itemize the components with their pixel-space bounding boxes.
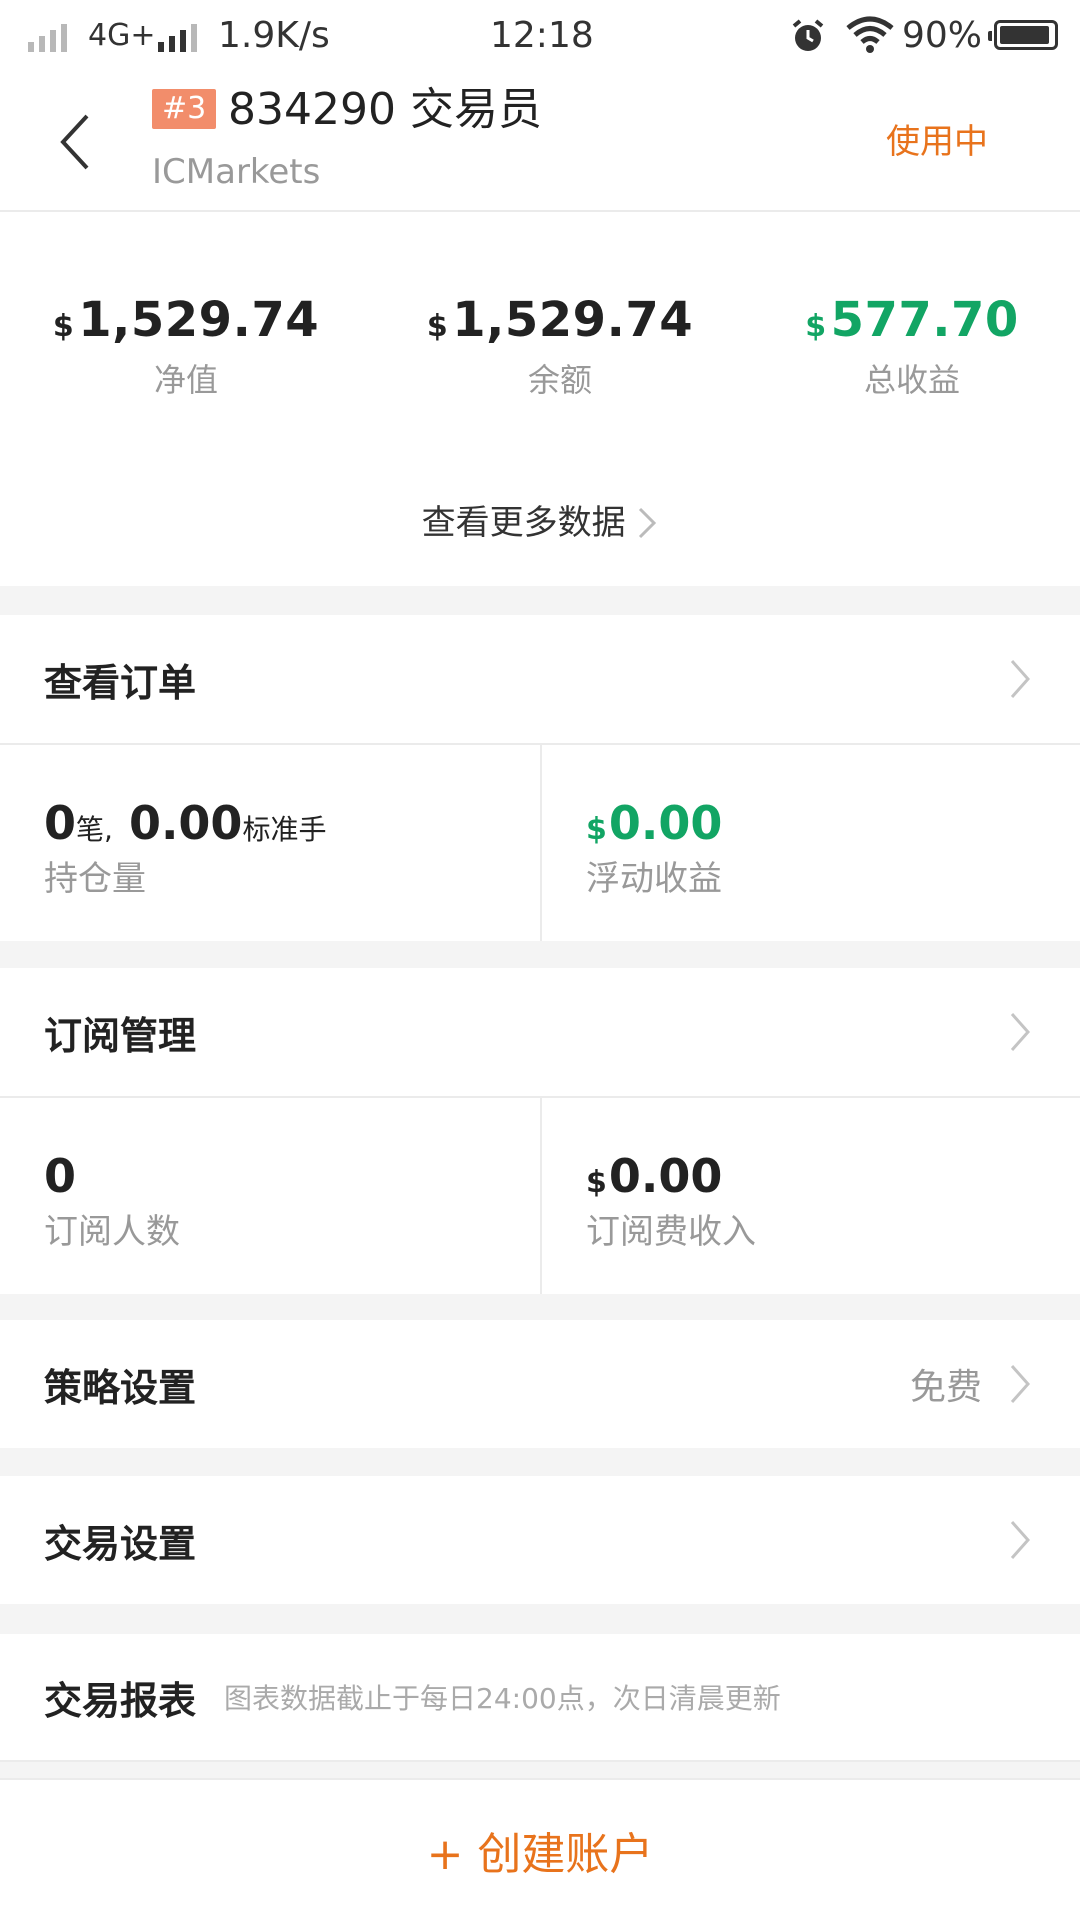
account-summary: $1,529.74 净值 $1,529.74 余额 $577.70 总收益 查看… <box>0 212 1080 586</box>
back-button[interactable] <box>40 102 110 182</box>
trade-report-title: 交易报表 <box>44 1678 197 1723</box>
trade-settings-title: 交易设置 <box>44 1521 197 1566</box>
strategy-settings-row[interactable]: 策略设置 免费 <box>0 1320 1080 1448</box>
signal-strength-icon <box>28 22 67 52</box>
battery-percent: 90% <box>902 15 983 56</box>
network-speed: 1.9K/s <box>218 15 330 56</box>
position-metric: 0笔, 0.00标准手 持仓量 <box>0 745 540 941</box>
account-title: 834290 交易员 <box>228 84 542 135</box>
alarm-icon <box>790 18 826 58</box>
battery-icon <box>988 20 1058 50</box>
currency-symbol: $ <box>52 309 75 344</box>
net-value-stat: $1,529.74 净值 <box>6 290 366 401</box>
chevron-left-icon <box>60 114 89 170</box>
account-header: #3 834290 交易员 ICMarkets 使用中 <box>0 72 1080 212</box>
chevron-right-icon <box>1000 1520 1040 1560</box>
strategy-settings-title: 策略设置 <box>44 1365 197 1410</box>
clock: 12:18 <box>490 15 594 56</box>
orders-metrics: 0笔, 0.00标准手 持仓量 $0.00 浮动收益 <box>0 743 1080 941</box>
currency-symbol: $ <box>426 309 449 344</box>
broker-name: ICMarkets <box>152 152 321 192</box>
view-more-data-label: 查看更多数据 <box>421 503 626 543</box>
position-count: 0 <box>44 796 77 850</box>
subscription-income-value: 0.00 <box>608 1149 723 1203</box>
network-type: 4G+ <box>88 18 156 53</box>
subscription-management-row[interactable]: 订阅管理 <box>0 968 1080 1096</box>
balance-stat: $1,529.74 余额 <box>380 290 740 401</box>
cellular-signal-icon <box>158 22 197 52</box>
create-account-button[interactable]: + 创建账户 <box>0 1778 1080 1920</box>
subscribers-label: 订阅人数 <box>44 1212 180 1252</box>
total-profit-value: 577.70 <box>830 292 1019 348</box>
floating-profit-metric: $0.00 浮动收益 <box>540 745 1080 941</box>
currency-symbol: $ <box>586 812 607 847</box>
chevron-right-icon <box>1000 1012 1040 1052</box>
status-bar: 4G+ 1.9K/s 12:18 90% <box>0 0 1080 72</box>
trade-settings-row[interactable]: 交易设置 <box>0 1476 1080 1604</box>
view-more-data-link[interactable]: 查看更多数据 <box>0 500 1080 546</box>
position-count-unit: 笔, <box>76 813 113 846</box>
position-lots-unit: 标准手 <box>242 813 327 846</box>
subscribers-count: 0 <box>44 1149 77 1203</box>
chevron-right-icon <box>1000 659 1040 699</box>
rank-badge: #3 <box>152 89 217 129</box>
account-status: 使用中 <box>886 122 988 162</box>
net-value: 1,529.74 <box>78 292 320 348</box>
subscription-income-metric: $0.00 订阅费收入 <box>540 1098 1080 1294</box>
net-value-label: 净值 <box>153 361 218 399</box>
balance-label: 余额 <box>527 361 592 399</box>
strategy-price: 免费 <box>909 1367 982 1408</box>
trade-report-hint: 图表数据截止于每日24:00点，次日清晨更新 <box>224 1682 781 1715</box>
floating-profit-label: 浮动收益 <box>586 859 722 899</box>
wifi-icon <box>846 16 894 58</box>
create-account-label: + 创建账户 <box>426 1829 654 1880</box>
position-label: 持仓量 <box>44 859 146 899</box>
floating-profit-value: 0.00 <box>608 796 723 850</box>
subscription-metrics: 0 订阅人数 $0.00 订阅费收入 <box>0 1096 1080 1294</box>
currency-symbol: $ <box>805 309 827 344</box>
total-profit-label: 总收益 <box>863 361 960 399</box>
balance-value: 1,529.74 <box>452 292 694 348</box>
chevron-right-icon <box>639 507 657 539</box>
subscription-income-label: 订阅费收入 <box>586 1212 756 1252</box>
currency-symbol: $ <box>586 1165 607 1200</box>
chevron-right-icon <box>1000 1364 1040 1404</box>
subscribers-metric: 0 订阅人数 <box>0 1098 540 1294</box>
total-profit-stat: $577.70 总收益 <box>732 290 1080 401</box>
view-orders-row[interactable]: 查看订单 <box>0 615 1080 743</box>
trade-report-row: 交易报表 图表数据截止于每日24:00点，次日清晨更新 <box>0 1634 1080 1762</box>
position-lots: 0.00 <box>128 796 243 850</box>
view-orders-title: 查看订单 <box>44 660 197 705</box>
subscription-title: 订阅管理 <box>44 1013 197 1058</box>
